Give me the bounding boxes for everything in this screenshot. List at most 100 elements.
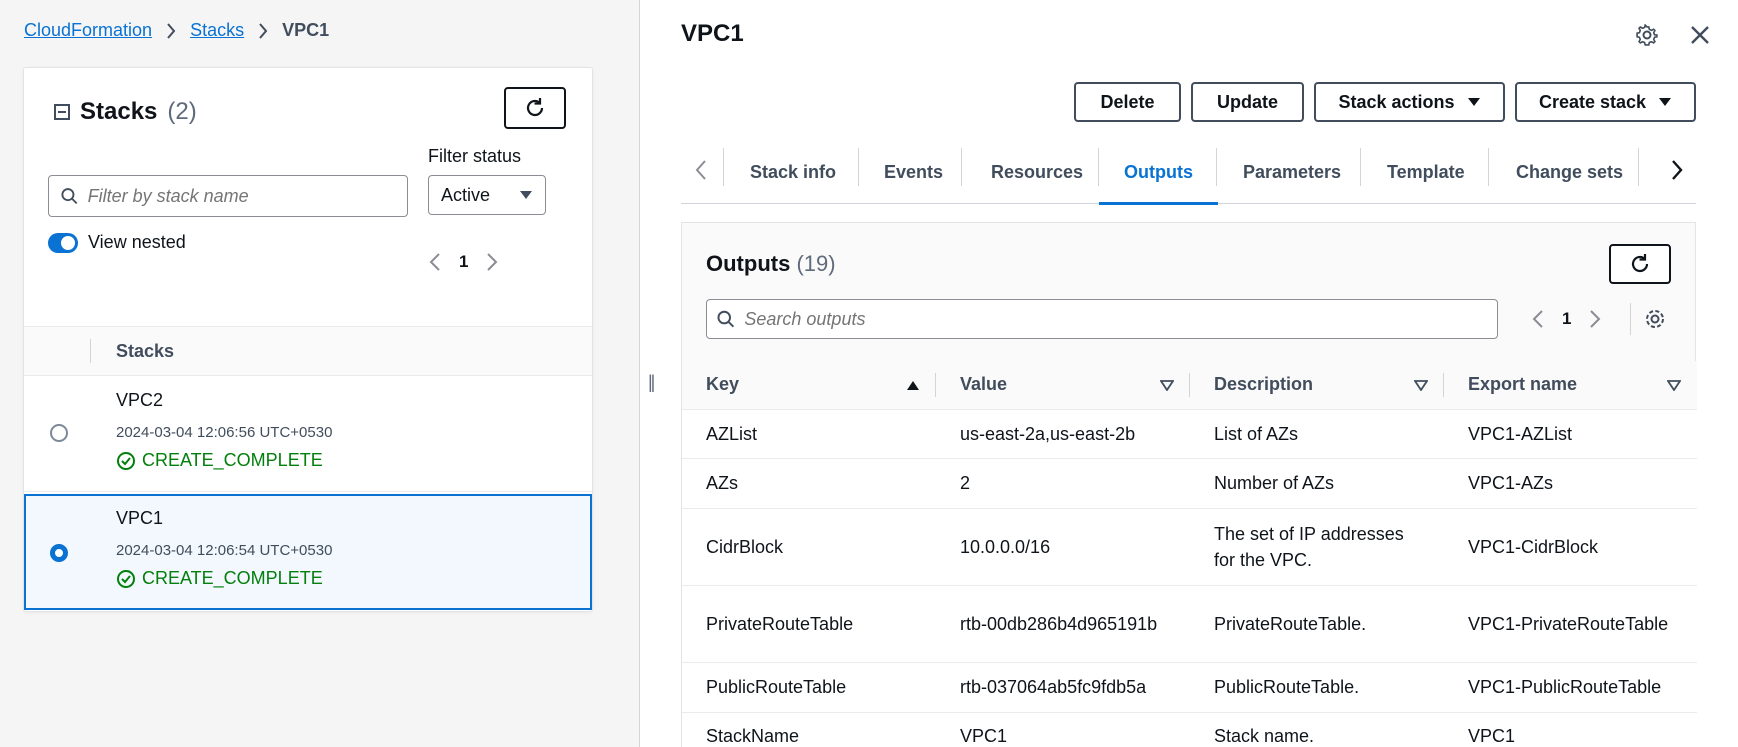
cell-key: StackName	[682, 712, 936, 747]
update-button[interactable]: Update	[1191, 82, 1304, 122]
page-title: VPC1	[681, 20, 744, 47]
stack-actions-label: Stack actions	[1338, 91, 1455, 112]
outputs-search-field[interactable]	[706, 299, 1498, 339]
table-preferences-gear-icon[interactable]	[1644, 308, 1666, 330]
caret-down-icon	[1659, 98, 1672, 106]
sort-icon[interactable]	[1667, 380, 1681, 391]
stack-filter-field[interactable]	[48, 175, 408, 217]
tab-events[interactable]: Events	[884, 140, 943, 204]
stack-name[interactable]: VPC2	[116, 390, 163, 411]
caret-down-icon	[1467, 98, 1480, 106]
stack-radio[interactable]	[50, 424, 68, 442]
refresh-icon	[526, 98, 544, 117]
stack-filter-input[interactable]	[87, 185, 407, 207]
cell-value: VPC1	[936, 712, 1190, 747]
tab-resources[interactable]: Resources	[991, 140, 1083, 204]
outputs-search-input[interactable]	[744, 308, 1497, 330]
cell-key: AZList	[682, 409, 936, 459]
column-export-label: Export name	[1468, 374, 1578, 395]
caret-down-icon	[520, 191, 532, 199]
sort-icon[interactable]	[1160, 380, 1174, 391]
cell-export: VPC1	[1444, 712, 1697, 747]
create-stack-label: Create stack	[1538, 91, 1647, 112]
stacks-title: Stacks	[80, 98, 158, 125]
tabs-scroll-right-icon[interactable]	[1671, 160, 1683, 180]
stack-radio-selected[interactable]	[50, 544, 68, 562]
delete-button[interactable]: Delete	[1074, 82, 1181, 122]
stacks-count: (2)	[167, 98, 197, 125]
stacks-card: Stacks (2) Filter status Active View nes…	[24, 68, 592, 611]
settings-icon[interactable]	[1636, 24, 1658, 46]
tabs-scroll-left-icon[interactable]	[695, 160, 707, 180]
tab-template[interactable]: Template	[1387, 140, 1465, 204]
column-key-label: Key	[706, 374, 740, 395]
filter-status-select[interactable]: Active	[428, 175, 546, 215]
column-value[interactable]: Value	[936, 361, 1190, 410]
page-number[interactable]: 1	[459, 252, 468, 272]
check-circle-icon	[117, 569, 135, 588]
column-description-label: Description	[1214, 374, 1314, 395]
column-key[interactable]: Key	[682, 361, 936, 410]
stack-row-vpc2[interactable]: VPC2 2024-03-04 12:06:56 UTC+0530 CREATE…	[24, 376, 592, 492]
detail-tabs: Stack info Events Resources Outputs Para…	[681, 140, 1696, 205]
stack-status-text: CREATE_COMPLETE	[142, 450, 323, 470]
table-row: PublicRouteTable rtb-037064ab5fc9fdb5a P…	[682, 662, 1697, 713]
collapse-icon[interactable]	[54, 104, 70, 120]
stacks-header: Stacks (2)	[54, 98, 197, 126]
tab-parameters[interactable]: Parameters	[1243, 140, 1341, 204]
close-icon[interactable]	[1690, 25, 1710, 45]
cell-value: rtb-037064ab5fc9fdb5a	[936, 662, 1190, 713]
stack-date: 2024-03-04 12:06:54 UTC+0530	[116, 542, 333, 559]
cell-export: VPC1-PublicRouteTable	[1444, 662, 1697, 713]
sort-icon[interactable]	[1414, 380, 1428, 391]
resize-handle-icon[interactable]: ||	[648, 372, 656, 393]
cell-description: PrivateRouteTable.	[1190, 585, 1444, 663]
breadcrumb-cloudformation-link[interactable]: CloudFormation	[24, 20, 152, 41]
filter-status-label: Filter status	[428, 146, 522, 166]
outputs-table: Key Value Description Export name AZList…	[682, 361, 1697, 747]
stacks-column-label[interactable]: Stacks	[116, 341, 174, 362]
page-number[interactable]: 1	[1562, 309, 1571, 329]
refresh-outputs-button[interactable]	[1609, 244, 1671, 284]
stack-status-text: CREATE_COMPLETE	[142, 568, 323, 588]
search-icon	[717, 310, 735, 328]
chevron-right-icon	[166, 22, 176, 39]
cell-description: Number of AZs	[1190, 458, 1444, 509]
chevron-left-icon[interactable]	[429, 253, 441, 271]
cell-value: us-east-2a,us-east-2b	[936, 409, 1190, 459]
column-value-label: Value	[960, 374, 1008, 395]
cell-description: List of AZs	[1190, 409, 1444, 459]
column-export-name[interactable]: Export name	[1444, 361, 1697, 410]
view-nested-toggle[interactable]	[48, 233, 78, 253]
stack-row-vpc1[interactable]: VPC1 2024-03-04 12:06:54 UTC+0530 CREATE…	[24, 494, 592, 610]
table-row: StackName VPC1 Stack name. VPC1	[682, 712, 1697, 747]
column-description[interactable]: Description	[1190, 361, 1444, 410]
tab-change-sets[interactable]: Change sets	[1516, 140, 1623, 204]
cell-key: AZs	[682, 458, 936, 509]
stacks-pagination: 1	[429, 252, 498, 272]
cell-description: The set of IP addresses for the VPC.	[1190, 508, 1444, 586]
stack-actions-button[interactable]: Stack actions	[1314, 82, 1505, 122]
stack-status: CREATE_COMPLETE	[116, 450, 323, 471]
sort-ascending-icon[interactable]	[906, 380, 920, 391]
cell-export: VPC1-PrivateRouteTable	[1444, 585, 1697, 663]
chevron-right-icon[interactable]	[486, 253, 498, 271]
cell-description: Stack name.	[1190, 712, 1444, 747]
cell-export: VPC1-CidrBlock	[1444, 508, 1697, 586]
cell-value: 2	[936, 458, 1190, 509]
cell-value: rtb-00db286b4d965191b	[936, 585, 1190, 663]
tab-stack-info[interactable]: Stack info	[750, 140, 836, 204]
breadcrumb-stacks-link[interactable]: Stacks	[190, 20, 244, 41]
refresh-stacks-button[interactable]	[504, 87, 566, 129]
breadcrumb: CloudFormation Stacks VPC1	[24, 20, 329, 41]
chevron-left-icon[interactable]	[1532, 310, 1544, 328]
chevron-right-icon[interactable]	[1589, 310, 1601, 328]
check-circle-icon	[117, 451, 135, 470]
cell-export: VPC1-AZs	[1444, 458, 1697, 509]
cell-value: 10.0.0.0/16	[936, 508, 1190, 586]
table-row: AZs 2 Number of AZs VPC1-AZs	[682, 458, 1697, 509]
create-stack-button[interactable]: Create stack	[1515, 82, 1696, 122]
stack-name[interactable]: VPC1	[116, 508, 163, 529]
tab-outputs[interactable]: Outputs	[1099, 140, 1218, 205]
outputs-container: Outputs (19) 1 Key Value Description Exp…	[681, 222, 1697, 747]
